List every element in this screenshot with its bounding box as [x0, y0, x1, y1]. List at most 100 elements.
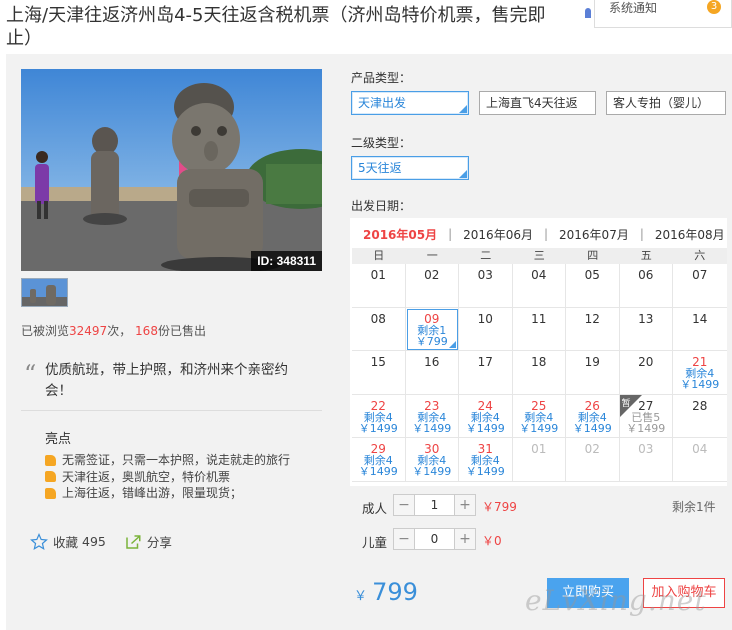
- calendar-day: 28: [673, 395, 727, 438]
- photo-thumbnail[interactable]: [21, 278, 68, 307]
- calendar-day[interactable]: 30 剩余4 ￥1499: [405, 438, 459, 482]
- day-number: 08: [370, 311, 386, 326]
- sold-count: 168: [135, 324, 158, 338]
- day-price: ￥1499: [519, 421, 559, 435]
- weekday-label: 四: [587, 249, 599, 262]
- departure-calendar: 2016年05月 | 2016年06月 | 2016年07月 | 2016年08…: [350, 218, 727, 486]
- day-price: ￥1499: [358, 421, 398, 435]
- highlight-text: 天津往返，奥凯航空，特价机票: [62, 469, 231, 484]
- tab-month-july[interactable]: 2016年07月: [559, 226, 629, 243]
- day-stock: 剩余4: [524, 410, 554, 424]
- calendar-day[interactable]: 31 剩余4 ￥1499: [459, 438, 513, 482]
- calendar-day[interactable]: 26 剩余4 ￥1499: [566, 394, 620, 438]
- child-quantity-value[interactable]: 0: [414, 529, 455, 549]
- child-decrement-button[interactable]: −: [394, 529, 414, 549]
- day-number: 24: [477, 398, 493, 413]
- price-amount: 799: [372, 578, 418, 606]
- child-label: 儿童: [362, 535, 388, 550]
- day-number: 04: [692, 442, 708, 456]
- adult-quantity-value[interactable]: 1: [414, 495, 455, 515]
- day-number: 18: [531, 355, 547, 369]
- system-notification[interactable]: 系统通知 3: [594, 0, 732, 28]
- day-number: 14: [692, 311, 708, 326]
- tab-month-may[interactable]: 2016年05月: [363, 226, 437, 243]
- product-type-label: 产品类型：: [351, 71, 412, 85]
- calendar-day: 04: [512, 264, 566, 308]
- calendar-week-row: 29 剩余4 ￥1499 30 剩余4 ￥1499 31 剩余4 ￥1499 01 02 03 04: [352, 438, 727, 482]
- day-number: 22: [370, 398, 386, 413]
- departure-date-label: 出发日期：: [351, 199, 412, 213]
- option-shanghai-direct[interactable]: 上海直飞4天往返: [479, 91, 596, 115]
- sold-suffix: 份已售出: [157, 324, 206, 338]
- child-price: ￥0: [482, 534, 502, 548]
- calendar-day[interactable]: 25 剩余4 ￥1499: [512, 394, 566, 438]
- highlight-item: 无需签证，只需一本护照，说走就走的旅行: [45, 452, 290, 469]
- highlights-list: 无需签证，只需一本护照，说走就走的旅行 天津往返，奥凯航空，特价机票 上海往返，…: [45, 452, 290, 502]
- calendar-day[interactable]: 23 剩余4 ￥1499: [405, 394, 459, 438]
- calendar-day: 14: [673, 308, 727, 351]
- day-number: 12: [584, 311, 600, 326]
- divider: [21, 410, 322, 411]
- calendar-day: 暂 27 已售5 ￥1499: [619, 394, 673, 438]
- adult-decrement-button[interactable]: −: [394, 495, 414, 515]
- star-icon: [30, 532, 48, 550]
- calendar-day: 07: [673, 264, 727, 308]
- adult-quantity-stepper[interactable]: − 1 +: [393, 494, 476, 516]
- adult-increment-button[interactable]: +: [455, 495, 475, 515]
- social-actions: 收藏 495 分享: [30, 532, 190, 551]
- page-title: 上海/天津往返济州岛4-5天往返含税机票（济州岛特价机票，售完即止）: [6, 5, 546, 49]
- total-price: ￥ 799: [354, 578, 418, 606]
- day-stock: 剩余4: [363, 410, 393, 424]
- month-tabs: 2016年05月 | 2016年06月 | 2016年07月 | 2016年08…: [363, 226, 725, 243]
- calendar-day: 17: [459, 351, 513, 395]
- weekday-label: 五: [640, 249, 652, 262]
- pin-icon: [585, 8, 591, 18]
- day-number: 03: [638, 442, 654, 456]
- currency-symbol: ￥: [354, 589, 368, 604]
- adult-price: ￥799: [482, 500, 517, 514]
- calendar-day[interactable]: 24 剩余4 ￥1499: [459, 394, 513, 438]
- image-id-label: ID: 348311: [251, 251, 322, 271]
- thumbs-up-icon: [45, 471, 56, 483]
- day-price: ￥1499: [626, 421, 666, 435]
- day-number: 04: [531, 268, 547, 282]
- calendar-week-row: 22 剩余4 ￥1499 23 剩余4 ￥1499 24 剩余4 ￥1499 25 剩余4 ￥1499…: [352, 394, 727, 438]
- child-increment-button[interactable]: +: [455, 529, 475, 549]
- option-infant[interactable]: 客人专拍（婴儿）: [606, 91, 726, 115]
- calendar-day[interactable]: 29 剩余4 ￥1499: [352, 438, 406, 482]
- product-photo[interactable]: ID: 348311: [21, 69, 322, 271]
- calendar-day: 15: [352, 351, 406, 395]
- calendar-day: 03: [619, 438, 673, 482]
- share-button[interactable]: 分享: [124, 532, 172, 551]
- calendar-weeks: 01 02 03 04 05 06 07 08 09 剩余1 ￥799 10 11 12 13 14 15 16 1…: [352, 264, 727, 482]
- weekday-label: 二: [480, 249, 492, 262]
- tab-month-august[interactable]: 2016年08月: [655, 226, 725, 243]
- child-quantity-stepper[interactable]: − 0 +: [393, 528, 476, 550]
- weekday-header: 日一二三四五六: [352, 248, 727, 264]
- day-number: 20: [638, 355, 654, 369]
- tab-month-june[interactable]: 2016年06月: [463, 226, 533, 243]
- calendar-day: 11: [512, 307, 566, 351]
- day-price: ￥1499: [412, 465, 452, 478]
- day-number: 23: [424, 398, 440, 413]
- day-price: ￥799: [415, 334, 448, 348]
- option-5-day-return[interactable]: 5天往返: [351, 156, 469, 180]
- option-tianjin-departure[interactable]: 天津出发: [351, 91, 469, 115]
- day-stock: 剩余4: [470, 410, 500, 424]
- watermark: eLvXing.net: [525, 584, 707, 617]
- day-stock: 剩余1: [417, 323, 447, 337]
- calendar-day-selected[interactable]: 09 剩余1 ￥799: [405, 307, 459, 351]
- favorite-button[interactable]: 收藏 495: [30, 532, 106, 551]
- day-number: 01: [370, 268, 386, 282]
- calendar-day[interactable]: 22 剩余4 ￥1499: [352, 394, 406, 438]
- view-sold-stats: 已被浏览32497次， 168份已售出: [21, 322, 206, 339]
- calendar-grid: 日 一 二 三 四 五 六 01 02 03 04 05 06 07 08 09 剩余1 ￥799 10 11 12 1…: [352, 248, 727, 482]
- day-price: ￥1499: [465, 421, 505, 435]
- calendar-day[interactable]: 21 剩余4 ￥1499: [673, 351, 727, 395]
- calendar-day: 02: [566, 438, 620, 482]
- calendar-day: 05: [566, 264, 620, 308]
- stone-statue-image: [21, 69, 322, 271]
- calendar-day: 04: [673, 438, 727, 482]
- calendar-week-row: 01 02 03 04 05 06 07: [352, 264, 727, 308]
- day-number: 11: [531, 311, 547, 326]
